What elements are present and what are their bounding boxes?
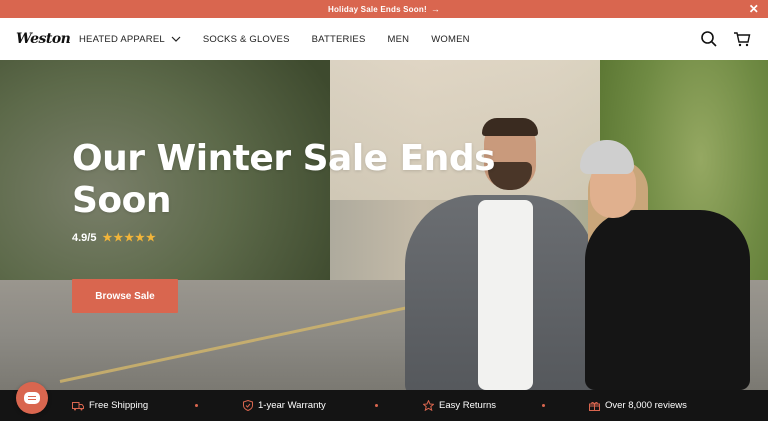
rating-value: 4.9/5 — [72, 231, 97, 244]
nav-item-label: HEATED APPAREL — [79, 33, 165, 45]
star-rating-icon: ★★★★★ — [102, 232, 157, 244]
logo[interactable]: Weston — [16, 31, 71, 47]
feature-label: Easy Returns — [439, 400, 497, 411]
separator-dot — [195, 404, 198, 407]
chat-icon — [24, 392, 40, 404]
hero-title: Our Winter Sale Ends Soon — [72, 138, 496, 221]
woman-jacket — [585, 210, 750, 390]
truck-icon — [72, 401, 84, 410]
feature-easy-returns: Easy Returns — [423, 390, 496, 421]
feature-free-shipping: Free Shipping — [72, 390, 148, 421]
separator-dot — [375, 404, 378, 407]
features-bar: Free Shipping 1-year Warranty Easy Retur… — [0, 390, 768, 421]
announcement-bar[interactable]: Holiday Sale Ends Soon! → ✕ — [0, 0, 768, 18]
search-icon[interactable] — [700, 30, 718, 48]
site-header: Weston HEATED APPAREL SOCKS & GLOVES BAT… — [0, 18, 768, 60]
rating: 4.9/5 ★★★★★ — [72, 231, 157, 245]
feature-label: Free Shipping — [89, 400, 149, 411]
nav-item-label: SOCKS & GLOVES — [202, 33, 290, 45]
browse-sale-button[interactable]: Browse Sale — [72, 279, 178, 313]
gift-icon — [589, 401, 600, 411]
separator-dot — [542, 404, 545, 407]
nav-item-label: MEN — [387, 33, 410, 45]
announcement-text[interactable]: Holiday Sale Ends Soon! — [328, 5, 427, 14]
nav-item-label: BATTERIES — [311, 33, 366, 45]
arrow-right-icon: → — [430, 4, 441, 14]
chevron-down-icon — [171, 36, 181, 42]
hero-banner: Our Winter Sale Ends Soon 4.9/5 ★★★★★ Br… — [0, 60, 768, 390]
nav-item-batteries[interactable]: BATTERIES — [312, 34, 366, 45]
cart-icon[interactable] — [733, 30, 751, 48]
star-icon — [423, 400, 434, 411]
feature-label: Over 8,000 reviews — [605, 400, 687, 411]
nav-item-women[interactable]: WOMEN — [431, 34, 469, 45]
main-nav: HEATED APPAREL SOCKS & GLOVES BATTERIES … — [79, 18, 492, 60]
nav-item-label: WOMEN — [431, 33, 470, 45]
nav-item-heated-apparel[interactable]: HEATED APPAREL — [79, 34, 181, 45]
nav-item-men[interactable]: MEN — [388, 34, 410, 45]
shield-icon — [243, 400, 253, 411]
nav-item-socks-gloves[interactable]: SOCKS & GLOVES — [203, 34, 290, 45]
feature-label: 1-year Warranty — [258, 400, 326, 411]
close-icon[interactable]: ✕ — [749, 1, 759, 17]
feature-reviews: Over 8,000 reviews — [589, 390, 687, 421]
man-hair — [482, 118, 538, 136]
feature-warranty: 1-year Warranty — [243, 390, 326, 421]
chat-button[interactable] — [16, 382, 48, 414]
man-shirt — [478, 200, 533, 390]
